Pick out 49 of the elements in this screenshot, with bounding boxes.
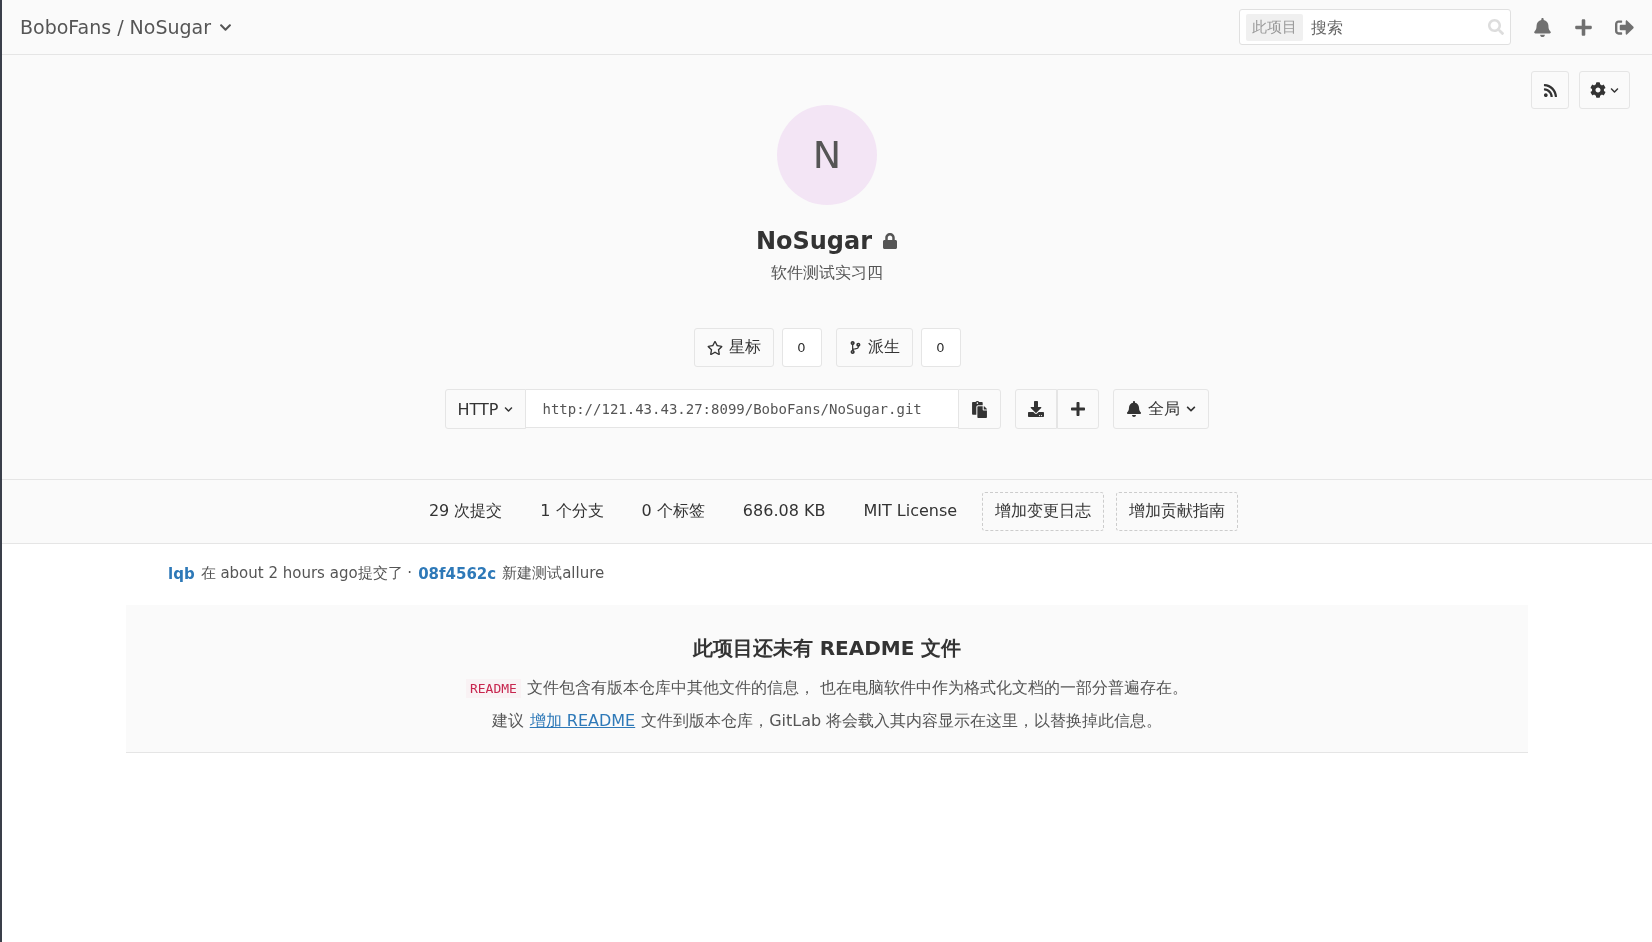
commit-time-text: 在 about 2 hours ago提交了 ·	[200, 564, 413, 583]
sign-out-icon[interactable]	[1615, 17, 1634, 37]
fork-count[interactable]: 0	[920, 328, 961, 367]
commit-sha-link[interactable]: 08f4562c	[418, 564, 497, 583]
fork-button[interactable]: 派生	[835, 328, 913, 367]
search-icon	[1488, 19, 1504, 35]
add-readme-link[interactable]: 增加 README	[529, 711, 636, 732]
notification-dropdown[interactable]: 全局	[1113, 389, 1210, 429]
settings-icon	[1590, 82, 1606, 98]
bell-icon	[1126, 401, 1143, 417]
stat-link[interactable]: MIT License	[850, 492, 971, 531]
stat-link[interactable]: 0 个标签	[628, 492, 718, 531]
download-icon	[1028, 401, 1045, 417]
project-breadcrumb[interactable]: BoboFans / NoSugar	[20, 16, 233, 38]
commit-author-link[interactable]: lqb	[168, 564, 195, 583]
star-icon	[706, 339, 723, 356]
suggestion-text: 文件到版本仓库，GitLab 将会载入其内容显示在这里，以替换掉此信息。	[641, 711, 1163, 732]
commit-message: 新建测试allure	[502, 564, 605, 583]
rss-icon	[1542, 82, 1558, 98]
stat-link[interactable]: 686.08 KB	[729, 492, 839, 531]
clipboard-icon	[971, 400, 989, 418]
add-file-link[interactable]: 增加变更日志	[982, 492, 1105, 531]
caret-icon	[504, 404, 514, 414]
plus-icon	[1070, 401, 1087, 417]
rss-button[interactable]	[1531, 71, 1569, 109]
plus-icon[interactable]	[1574, 17, 1593, 37]
project-description: 软件测试实习四	[771, 263, 883, 284]
readme-description: 文件包含有版本仓库中其他文件的信息， 也在电脑软件中作为格式化文档的一部分普遍存在。	[526, 678, 1189, 699]
suggestion-text: 建议	[491, 711, 524, 732]
settings-button[interactable]	[1579, 71, 1630, 109]
download-button[interactable]	[1015, 389, 1058, 429]
copy-button[interactable]	[958, 389, 1002, 429]
protocol-dropdown[interactable]: HTTP	[444, 389, 527, 429]
project-avatar: N	[777, 105, 877, 205]
caret-icon	[1186, 404, 1197, 414]
bell-icon[interactable]	[1533, 17, 1552, 37]
clone-url-field[interactable]: http://121.43.43.27:8099/BoboFans/NoSugar.git	[526, 389, 959, 428]
fork-icon	[848, 341, 862, 354]
stat-link[interactable]: 29 次提交	[415, 492, 516, 531]
caret-icon	[1610, 85, 1619, 95]
readme-notice-title: 此项目还未有 README 文件	[692, 635, 962, 662]
stat-link[interactable]: 1 个分支	[527, 492, 617, 531]
project-title: NoSugar	[755, 227, 873, 255]
star-button[interactable]: 星标	[693, 328, 774, 367]
search-scope-label: 此项目	[1246, 13, 1303, 41]
star-count[interactable]: 0	[781, 328, 822, 367]
add-file-link[interactable]: 增加贡献指南	[1116, 492, 1239, 531]
readme-code: README	[465, 679, 521, 698]
add-button[interactable]	[1057, 389, 1100, 429]
